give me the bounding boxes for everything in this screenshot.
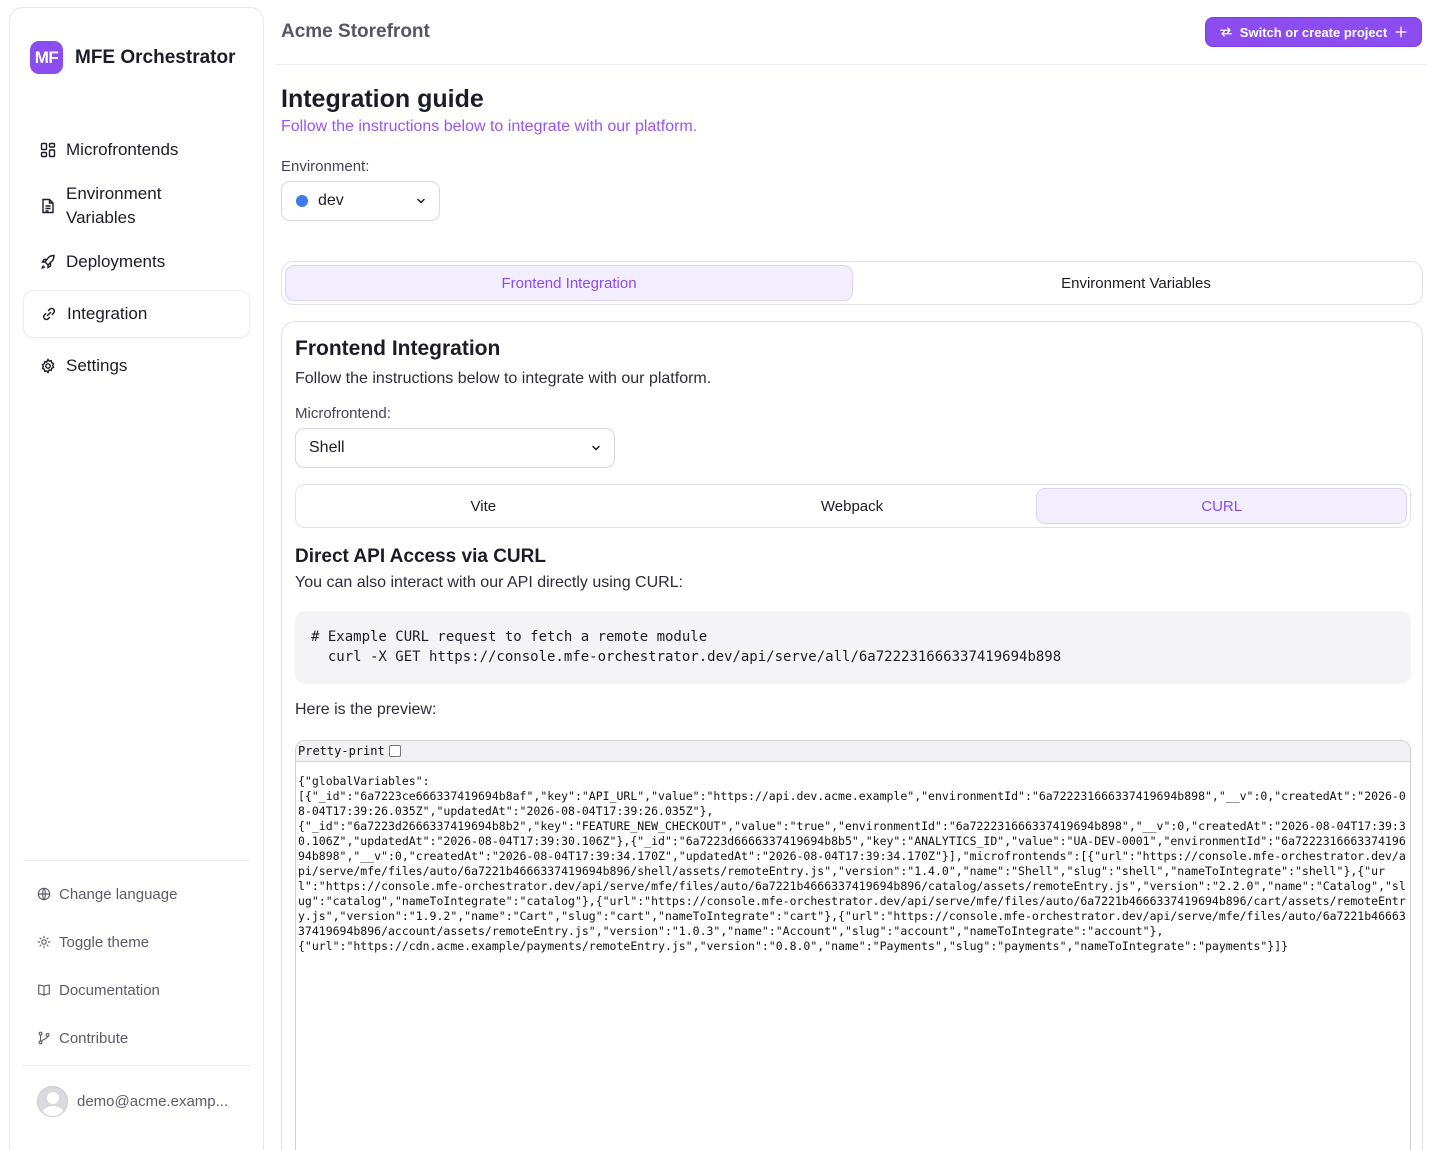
microfrontend-value: Shell: [309, 439, 345, 456]
sidebar-footer: Change language Toggle theme Documentati…: [23, 870, 250, 1062]
tab-frontend-integration[interactable]: Frontend Integration: [285, 265, 853, 301]
sidebar-item-microfrontends[interactable]: Microfrontends: [23, 126, 250, 174]
project-name: Acme Storefront: [281, 21, 430, 42]
sidebar-item-label: Integration: [67, 304, 148, 323]
plus-icon: [1394, 25, 1408, 39]
contribute-label: Contribute: [59, 1029, 129, 1047]
user-menu[interactable]: demo@acme.examp...: [37, 1086, 228, 1117]
grid-icon: [40, 142, 56, 158]
environment-status-dot: [296, 195, 308, 207]
toggle-theme-button[interactable]: Toggle theme: [23, 918, 250, 966]
preview-label: Here is the preview:: [295, 701, 437, 718]
book-icon: [37, 983, 51, 997]
card-subtitle: Follow the instructions below to integra…: [295, 370, 712, 387]
globe-icon: [37, 887, 51, 901]
sidebar-item-settings[interactable]: Settings: [23, 342, 250, 390]
environment-value: dev: [318, 192, 344, 209]
sidebar-divider: [23, 860, 250, 861]
sidebar-nav: Microfrontends Environment Variables Dep…: [23, 126, 250, 394]
brand-name: MFE Orchestrator: [75, 46, 236, 68]
page-title: Integration guide: [281, 85, 484, 113]
microfrontend-select[interactable]: Shell: [295, 428, 615, 468]
documentation-link[interactable]: Documentation: [23, 966, 250, 1014]
tab-curl[interactable]: CURL: [1036, 488, 1408, 524]
microfrontend-label: Microfrontend:: [295, 405, 391, 422]
sun-icon: [37, 935, 51, 949]
section-subtitle: You can also interact with our API direc…: [295, 574, 684, 591]
link-icon: [41, 306, 57, 322]
page-subtitle: Follow the instructions below to integra…: [281, 118, 698, 135]
sidebar-item-label: Settings: [66, 356, 128, 375]
section-title: Direct API Access via CURL: [295, 546, 546, 567]
integration-tabs: Frontend Integration Environment Variabl…: [281, 261, 1423, 305]
avatar: [37, 1086, 68, 1117]
environment-label: Environment:: [281, 158, 370, 175]
sidebar-item-label: Deployments: [66, 252, 166, 271]
pretty-print-label: Pretty-print: [298, 744, 385, 758]
sidebar-item-label: Microfrontends: [66, 140, 179, 159]
contribute-link[interactable]: Contribute: [23, 1014, 250, 1062]
pretty-print-checkbox[interactable]: [388, 745, 401, 757]
header-divider: [276, 64, 1426, 65]
sidebar-item-label: Environment Variables: [66, 184, 162, 227]
tab-webpack[interactable]: Webpack: [668, 488, 1037, 524]
sidebar-divider: [23, 1065, 250, 1066]
tab-vite[interactable]: Vite: [299, 488, 668, 524]
switch-icon: [1219, 25, 1233, 39]
rocket-icon: [40, 254, 56, 270]
preview-toolbar: Pretty-print: [296, 741, 1410, 762]
sidebar-item-deployments[interactable]: Deployments: [23, 238, 250, 286]
brand-logo: MF: [30, 41, 63, 74]
chevron-down-icon: [592, 445, 600, 451]
switch-project-label: Switch or create project: [1239, 24, 1388, 40]
toggle-theme-label: Toggle theme: [59, 933, 150, 951]
tab-environment-variables[interactable]: Environment Variables: [853, 265, 1419, 301]
chevron-down-icon: [417, 198, 425, 204]
sidebar: MF MFE Orchestrator Microfrontends Envir…: [9, 7, 264, 1150]
environment-select[interactable]: dev: [281, 181, 440, 221]
card-title: Frontend Integration: [295, 337, 501, 360]
gear-icon: [40, 358, 56, 374]
documentation-label: Documentation: [59, 981, 160, 999]
change-language-button[interactable]: Change language: [23, 870, 250, 918]
bundler-tabs: Vite Webpack CURL: [295, 484, 1411, 528]
git-branch-icon: [37, 1031, 51, 1045]
document-icon: [40, 198, 56, 214]
json-preview[interactable]: Pretty-print {"globalVariables": [{"_id"…: [295, 740, 1411, 1150]
user-email: demo@acme.examp...: [77, 1093, 229, 1110]
change-language-label: Change language: [59, 885, 178, 903]
frontend-integration-card: Frontend Integration Follow the instruct…: [281, 321, 1423, 1150]
brand[interactable]: MF MFE Orchestrator: [30, 41, 235, 74]
switch-project-button[interactable]: Switch or create project: [1205, 17, 1422, 47]
preview-json-text[interactable]: {"globalVariables": [{"_id":"6a7223ce666…: [296, 762, 1410, 966]
sidebar-item-environment-variables[interactable]: Environment Variables: [23, 178, 250, 234]
curl-code-block[interactable]: # Example CURL request to fetch a remote…: [295, 611, 1411, 684]
sidebar-item-integration[interactable]: Integration: [23, 290, 250, 338]
